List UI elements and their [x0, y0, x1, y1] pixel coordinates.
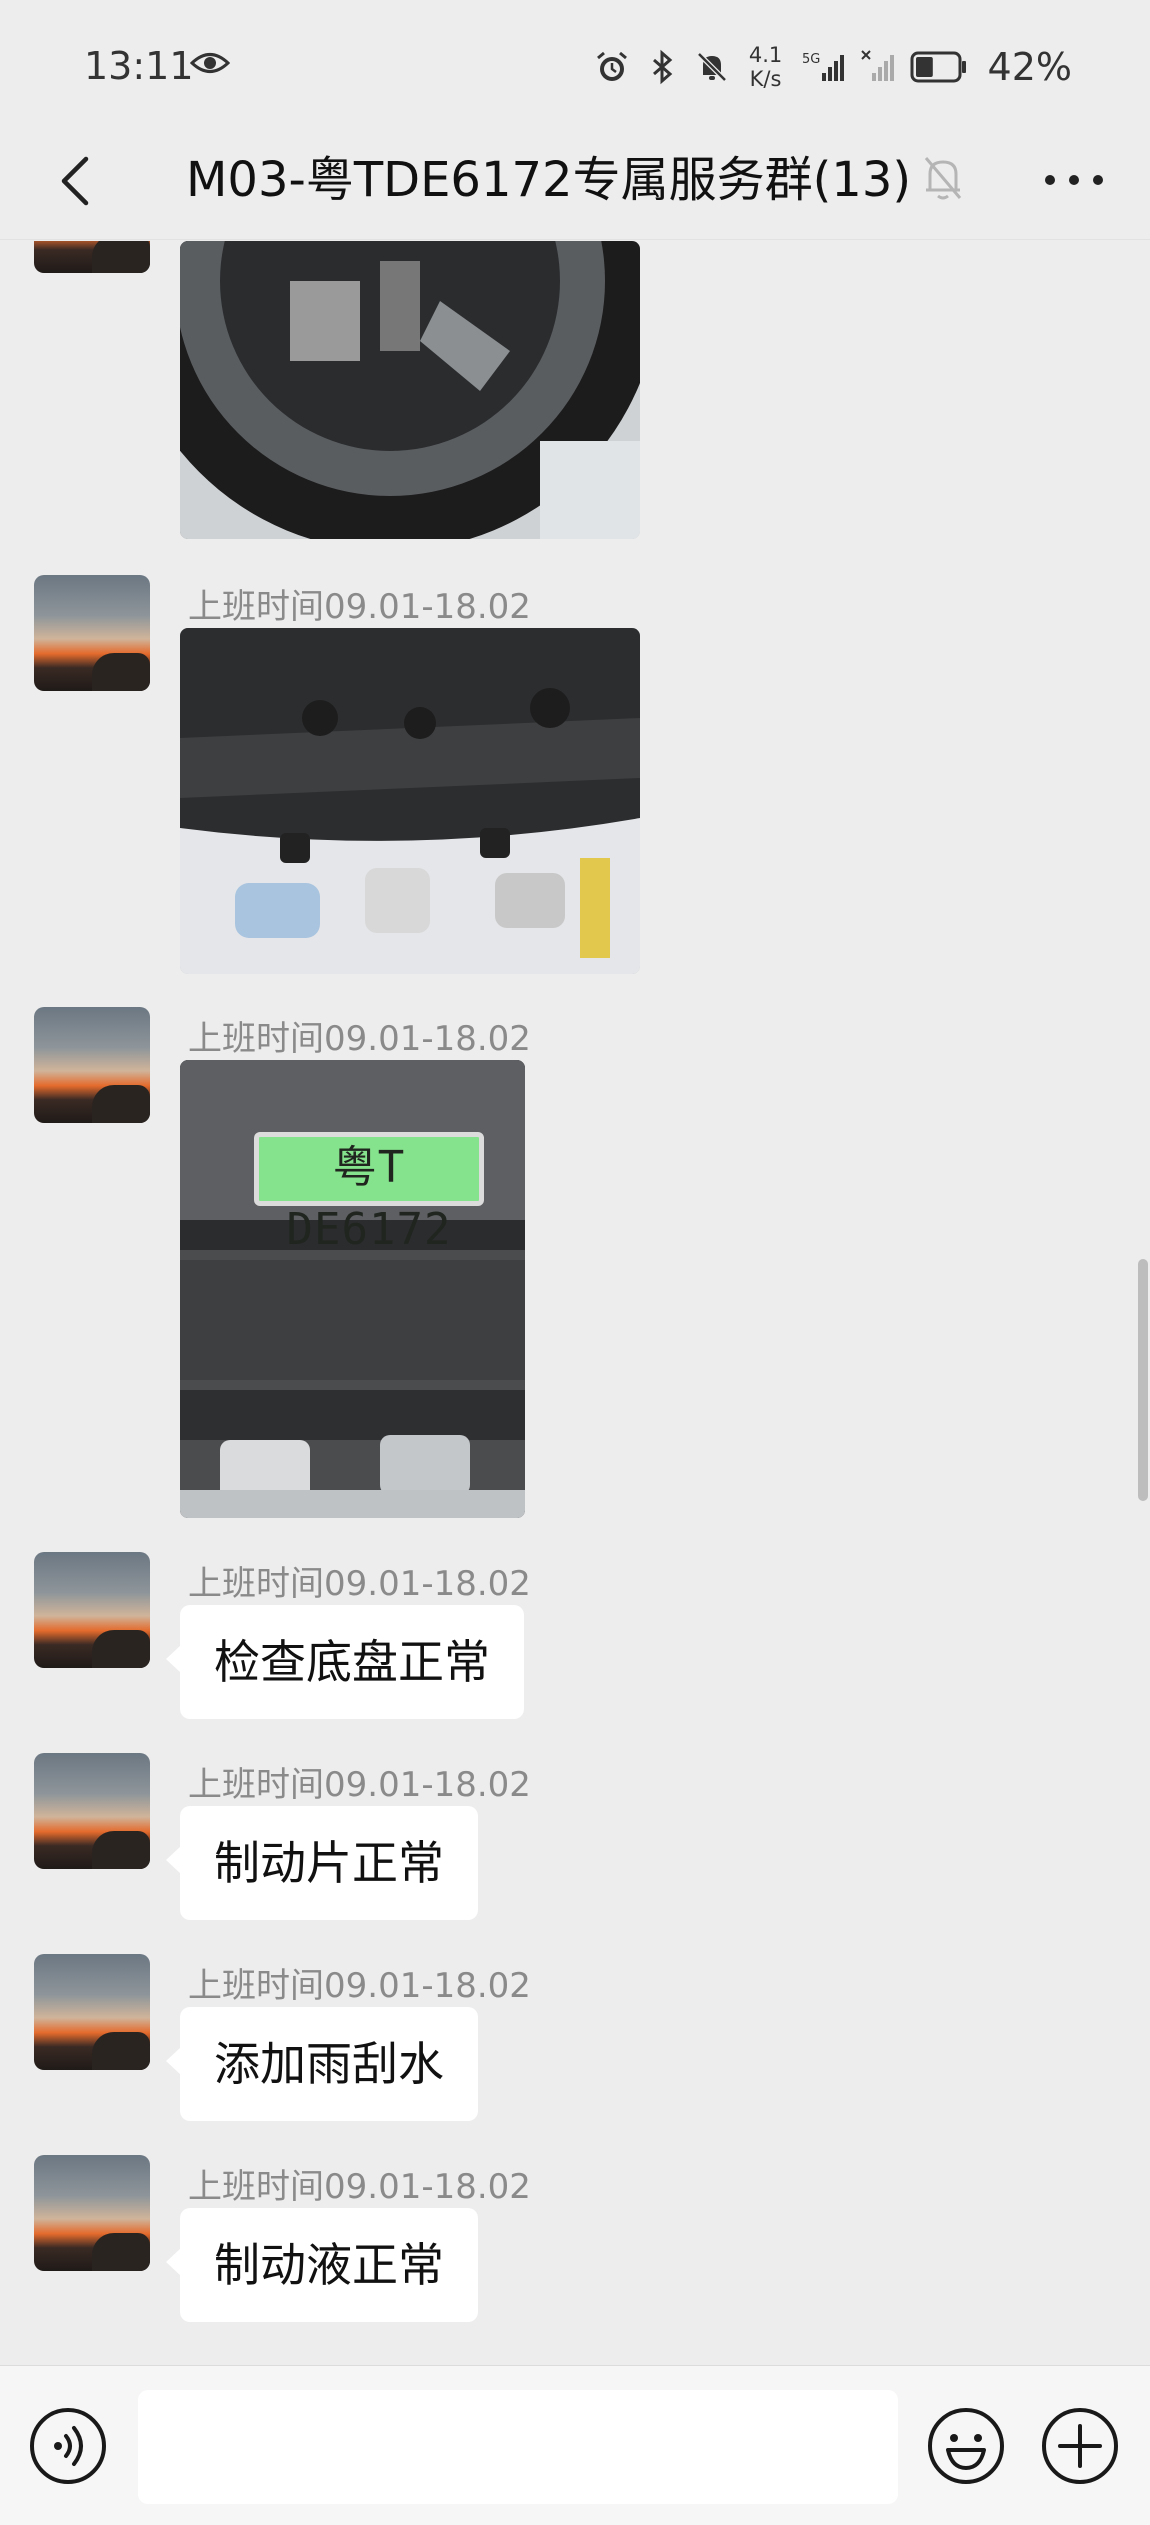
sender-avatar[interactable] [34, 1753, 150, 1869]
sender-avatar[interactable] [34, 1007, 150, 1123]
signal-empty-icon [860, 50, 894, 81]
alarm-icon [596, 51, 627, 81]
plus-icon[interactable] [1040, 2406, 1120, 2486]
chat-title: M03-粤TDE6172专属服务群(13) [186, 152, 912, 208]
net-speed-unit: K/s [749, 67, 782, 91]
sender-name: 上班时间09.01-18.02 [188, 1765, 531, 1805]
tire-photo [180, 241, 640, 539]
underbody-photo [180, 628, 640, 974]
muted-bell-icon [924, 157, 962, 200]
message-bubble[interactable]: 制动液正常 [166, 2208, 478, 2322]
status-time: 13:11 [84, 44, 194, 88]
sender-avatar[interactable] [34, 1954, 150, 2070]
message-input-bar [0, 2365, 1150, 2525]
sender-avatar[interactable] [34, 1552, 150, 1668]
chat-scrollbar[interactable] [1138, 1259, 1148, 1501]
message-image-plate[interactable]: 粤T DE6172 [180, 1060, 525, 1518]
status-bar: 13:11 4.1 K/s 5G 42% [0, 0, 1150, 120]
sender-avatar[interactable] [34, 2155, 150, 2271]
sender-avatar[interactable] [34, 575, 150, 691]
battery-icon [910, 51, 966, 83]
message-input[interactable] [138, 2390, 898, 2504]
status-icons: 4.1 K/s 5G 42% [594, 40, 1072, 94]
chat-message-list[interactable]: 上班时间09.01-18.02 上班时间09.01-18.02 粤T DE617… [0, 241, 1150, 2365]
sender-name: 上班时间09.01-18.02 [188, 587, 531, 627]
sender-name: 上班时间09.01-18.02 [188, 1564, 531, 1604]
bluetooth-icon [652, 49, 672, 85]
message-image-underbody[interactable] [180, 628, 640, 974]
more-dots-icon [1045, 175, 1103, 185]
back-button[interactable] [40, 146, 110, 216]
message-bubble[interactable]: 制动片正常 [166, 1806, 478, 1920]
chevron-left-icon [61, 156, 89, 206]
emoji-icon[interactable] [926, 2406, 1006, 2486]
silent-bell-icon [696, 52, 727, 82]
sender-name: 上班时间09.01-18.02 [188, 2167, 531, 2207]
plate-photo [180, 1060, 525, 1518]
more-options-button[interactable] [1038, 150, 1110, 210]
sender-name: 上班时间09.01-18.02 [188, 1966, 531, 2006]
chat-header: M03-粤TDE6172专属服务群(13) [0, 120, 1150, 240]
sender-avatar[interactable] [34, 241, 150, 273]
svg-text:5G: 5G [802, 52, 820, 67]
sender-name: 上班时间09.01-18.02 [188, 1019, 531, 1059]
license-plate: 粤T DE6172 [254, 1132, 484, 1255]
net-speed-value: 4.1 [748, 43, 783, 67]
voice-icon[interactable] [28, 2406, 108, 2486]
net-speed: 4.1 K/s [744, 43, 788, 91]
battery-percent: 42% [987, 45, 1072, 89]
message-bubble[interactable]: 检查底盘正常 [166, 1605, 524, 1719]
message-image-tire[interactable] [180, 241, 640, 539]
signal-5g-icon: 5G [802, 52, 844, 81]
message-bubble[interactable]: 添加雨刮水 [166, 2007, 478, 2121]
eye-icon [190, 53, 230, 73]
